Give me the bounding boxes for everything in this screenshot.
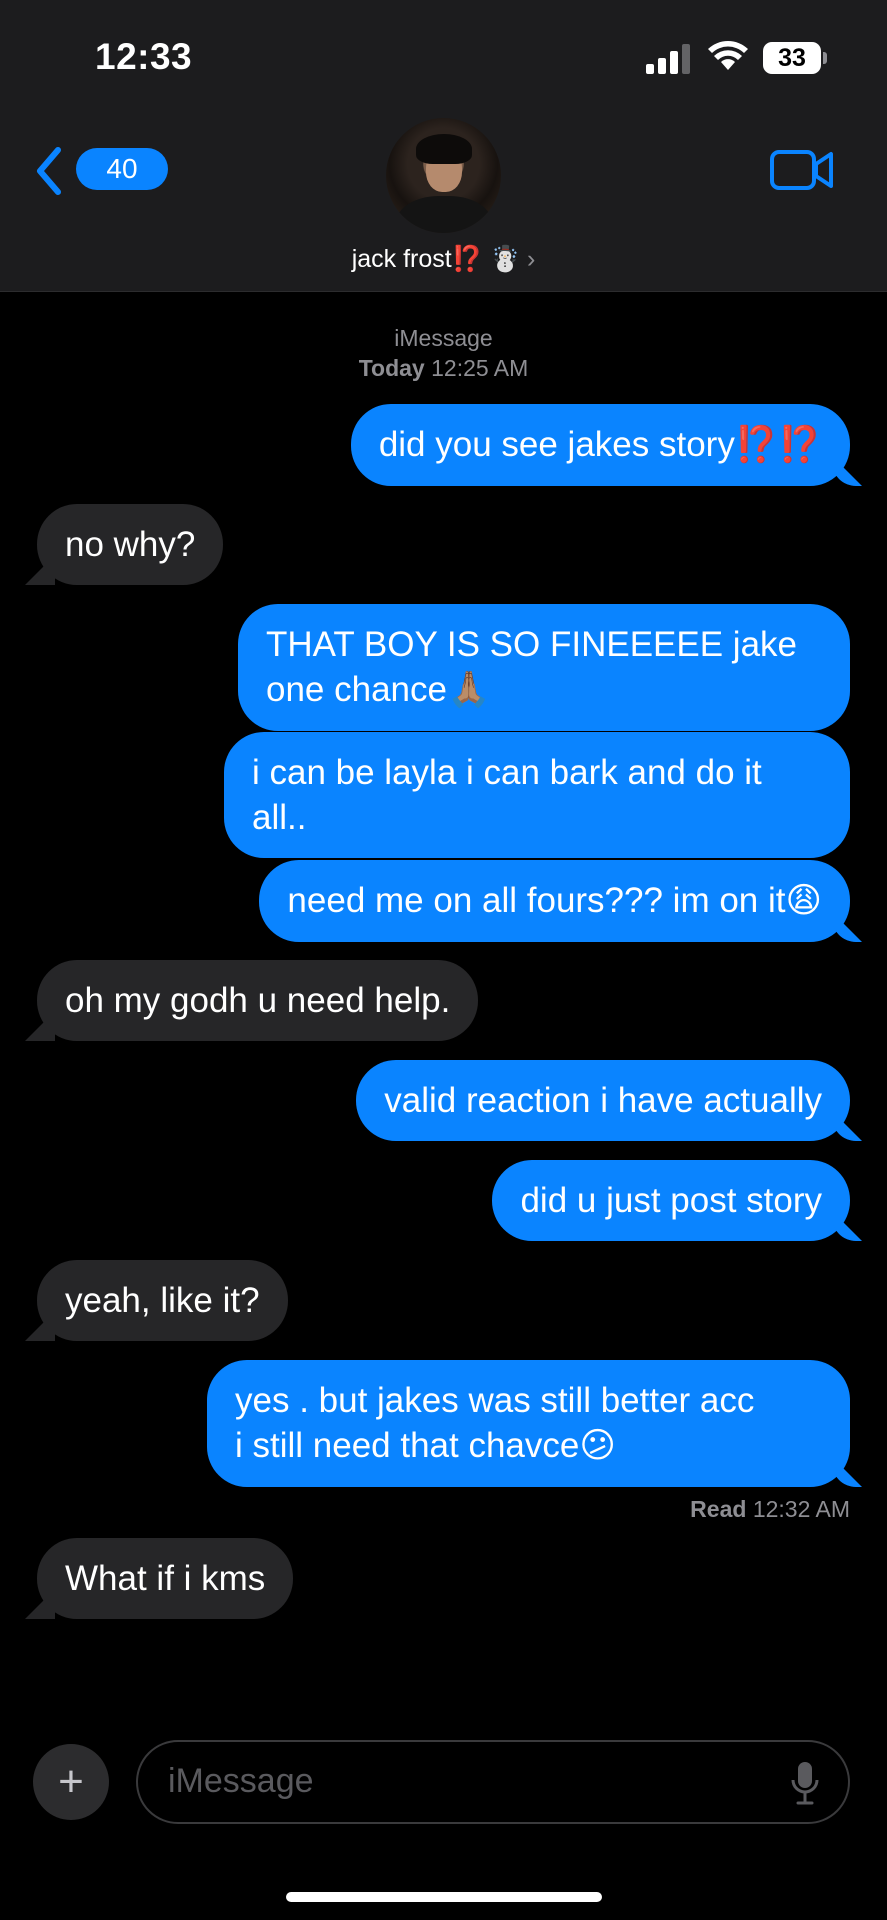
exclamation-question-icon: ⁉️	[451, 244, 483, 273]
unread-count-badge: 40	[76, 148, 168, 190]
read-receipt: Read 12:32 AM	[690, 1496, 850, 1522]
contact-name-button[interactable]: jack frost⁉️ ☃️ ›	[0, 244, 887, 274]
thread-day: Today	[358, 355, 425, 381]
message-bubble-sent[interactable]: i can be layla i can bark and do it all.…	[224, 732, 850, 858]
exclamation-question-icon: ⁉️⁉️	[734, 425, 822, 465]
contact-name: jack frost	[351, 245, 452, 273]
wifi-icon	[708, 41, 748, 70]
thread-time: 12:25 AM	[431, 355, 529, 381]
message-bubble-sent[interactable]: did u just post story	[492, 1160, 850, 1241]
plus-icon: +	[58, 1757, 84, 1806]
snowman-icon: ☃️	[489, 244, 521, 273]
chevron-right-icon: ›	[526, 245, 536, 273]
message-bubble-received[interactable]: yeah, like it?	[37, 1260, 288, 1341]
back-chevron-icon	[37, 147, 61, 195]
message-input-placeholder: iMessage	[168, 1762, 314, 1800]
battery-level: 33	[763, 42, 821, 74]
message-bubble-sent[interactable]: THAT BOY IS SO FINEEEEE jake one chance🙏…	[238, 604, 850, 731]
weary-face-icon: 😩	[785, 881, 823, 921]
message-bubble-sent[interactable]: yes . but jakes was still better acc i s…	[207, 1360, 850, 1487]
message-bubble-received[interactable]: oh my godh u need help.	[37, 960, 479, 1041]
service-label: iMessage	[394, 325, 493, 351]
message-bubble-sent[interactable]: valid reaction i have actually	[356, 1060, 850, 1141]
message-bubble-received[interactable]: no why?	[37, 504, 224, 585]
facetime-video-icon[interactable]	[770, 148, 834, 192]
signal-icon	[646, 44, 692, 74]
battery-icon: 33	[763, 42, 827, 74]
thread-timestamp: iMessage Today 12:25 AM	[0, 323, 887, 383]
back-button[interactable]: 40	[34, 142, 168, 200]
folded-hands-icon: 🙏🏽	[446, 670, 491, 710]
conversation-header: 12:33 33 40 jack frost⁉️ ☃️ ›	[0, 0, 887, 292]
home-indicator[interactable]	[286, 1892, 602, 1902]
message-bubble-sent[interactable]: did you see jakes story⁉️⁉️	[350, 404, 850, 486]
message-input[interactable]: iMessage	[136, 1740, 850, 1824]
status-time: 12:33	[95, 36, 193, 77]
message-bubble-received[interactable]: What if i kms	[37, 1538, 294, 1619]
contact-avatar[interactable]	[386, 118, 501, 233]
confused-face-icon: 😕	[579, 1426, 616, 1466]
microphone-icon[interactable]	[790, 1760, 820, 1806]
apps-plus-button[interactable]: +	[33, 1744, 109, 1820]
message-bubble-sent[interactable]: need me on all fours??? im on it😩	[259, 860, 850, 942]
